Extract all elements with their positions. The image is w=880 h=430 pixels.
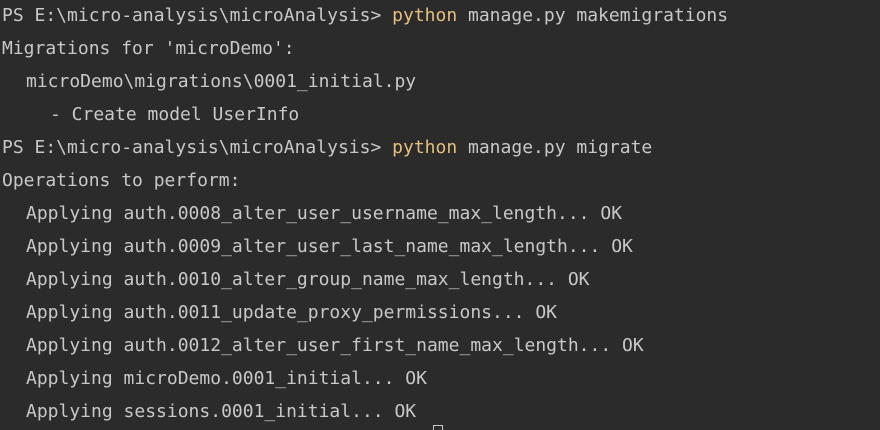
shell-prompt: PS E:\micro-analysis\microAnalysis>	[2, 137, 393, 158]
terminal-window[interactable]: PS E:\micro-analysis\microAnalysis> pyth…	[0, 0, 880, 430]
output-line: Applying auth.0011_update_proxy_permissi…	[26, 302, 558, 323]
output-line: Applying auth.0009_alter_user_last_name_…	[26, 236, 633, 257]
command-python: python	[392, 5, 458, 26]
output-line: microDemo\migrations\0001_initial.py	[26, 71, 417, 92]
shell-prompt: PS E:\micro-analysis\microAnalysis>	[2, 5, 393, 26]
command-line-makemigrations: PS E:\micro-analysis\microAnalysis> pyth…	[0, 2, 880, 35]
output-line: Applying auth.0010_alter_group_name_max_…	[26, 269, 590, 290]
command-args: manage.py migrate	[457, 137, 653, 158]
text-cursor	[433, 425, 443, 430]
output-line: Applying auth.0012_alter_user_first_name…	[26, 335, 644, 356]
output-line: - Create model UserInfo	[50, 104, 300, 125]
output-line: Applying microDemo.0001_initial... OK	[26, 368, 427, 389]
command-args: manage.py makemigrations	[457, 5, 729, 26]
output-line: Migrations for 'microDemo':	[2, 38, 295, 59]
command-line-migrate: PS E:\micro-analysis\microAnalysis> pyth…	[0, 134, 880, 167]
output-line: Operations to perform:	[2, 170, 241, 191]
output-line: Applying auth.0008_alter_user_username_m…	[26, 203, 623, 224]
command-python: python	[392, 137, 458, 158]
